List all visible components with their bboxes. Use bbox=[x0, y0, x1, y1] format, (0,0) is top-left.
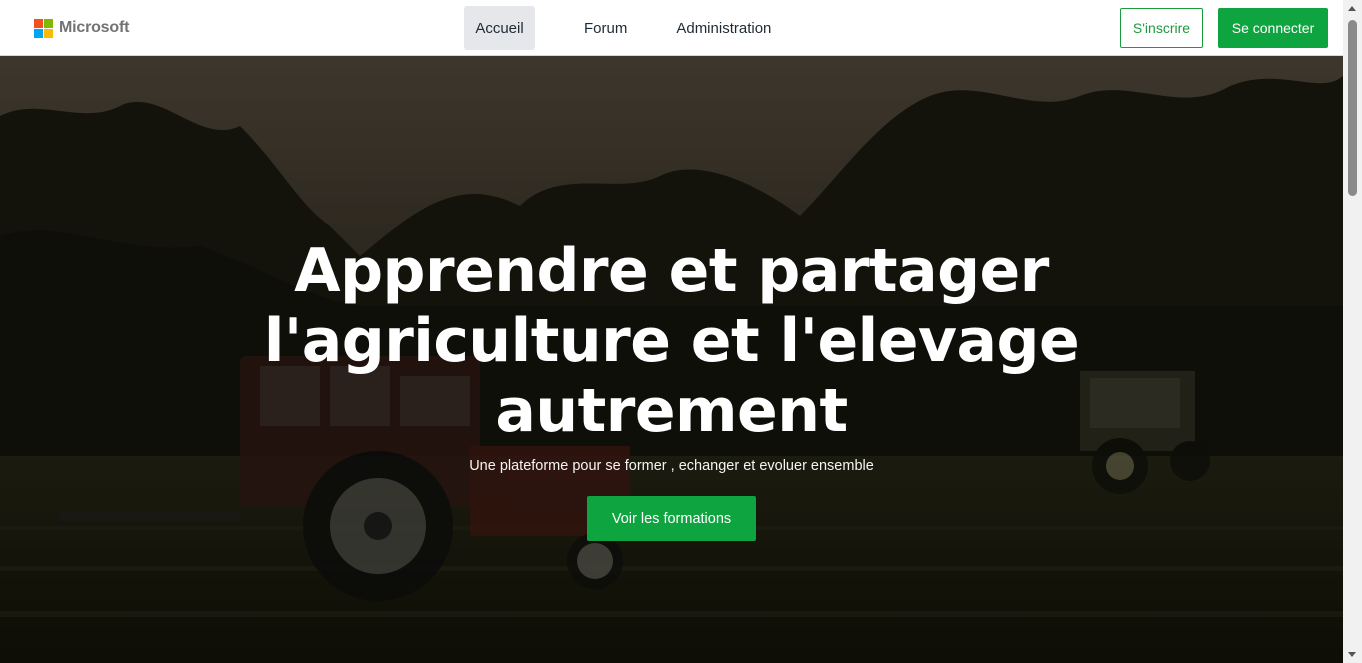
login-button[interactable]: Se connecter bbox=[1218, 8, 1328, 48]
top-navbar: Microsoft Accueil Forum Administration S… bbox=[0, 0, 1343, 56]
brand-name: Microsoft bbox=[59, 19, 130, 36]
hero-subtitle: Une plateforme pour se former , echanger… bbox=[469, 458, 874, 474]
hero-title: Apprendre et partager l'agriculture et l… bbox=[200, 236, 1143, 446]
signup-button[interactable]: S'inscrire bbox=[1120, 8, 1203, 48]
view-trainings-button[interactable]: Voir les formations bbox=[587, 496, 756, 541]
hero-title-line: l'agriculture et l'elevage bbox=[263, 306, 1080, 376]
nav-item-administration[interactable]: Administration bbox=[664, 6, 783, 50]
main-nav: Accueil Forum Administration bbox=[464, 6, 808, 50]
scrollbar-thumb[interactable] bbox=[1348, 20, 1357, 196]
hero-section: Apprendre et partager l'agriculture et l… bbox=[0, 56, 1343, 663]
scroll-up-arrow-icon[interactable] bbox=[1348, 6, 1356, 11]
microsoft-logo-icon bbox=[34, 18, 53, 38]
nav-item-forum[interactable]: Forum bbox=[572, 6, 639, 50]
hero-title-line: Apprendre et partager bbox=[294, 236, 1049, 306]
microsoft-logo[interactable]: Microsoft bbox=[34, 18, 129, 38]
page-scrollbar[interactable] bbox=[1343, 0, 1362, 663]
hero-title-line: autrement bbox=[495, 376, 848, 446]
scroll-down-arrow-icon[interactable] bbox=[1348, 652, 1356, 657]
nav-item-accueil[interactable]: Accueil bbox=[464, 6, 535, 50]
